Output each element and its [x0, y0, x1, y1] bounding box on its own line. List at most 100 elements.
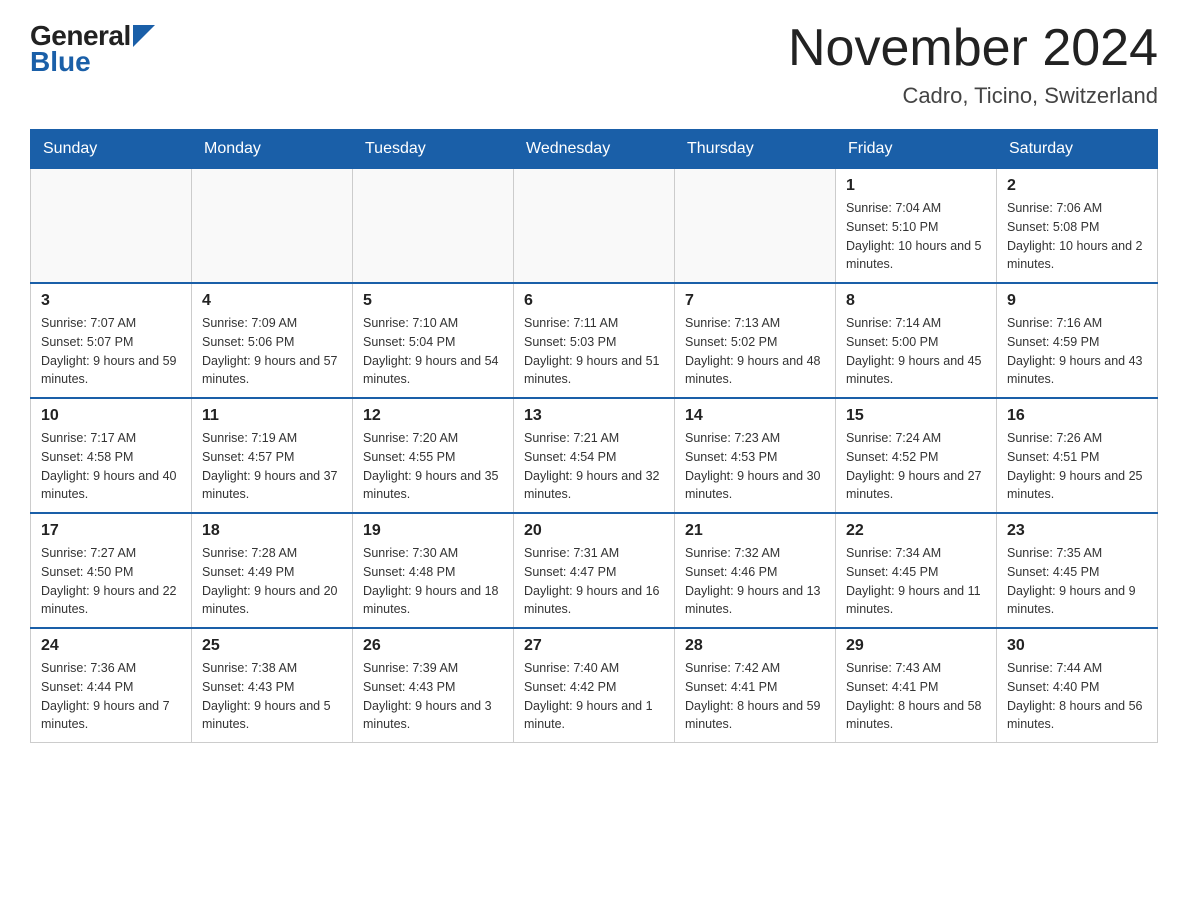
day-number: 19 [363, 522, 503, 540]
calendar-day-cell: 8 Sunrise: 7:14 AMSunset: 5:00 PMDaylight… [836, 283, 997, 398]
day-number: 30 [1007, 637, 1147, 655]
calendar-day-cell: 24 Sunrise: 7:36 AMSunset: 4:44 PMDayligh… [31, 628, 192, 743]
calendar-day-cell: 2 Sunrise: 7:06 AMSunset: 5:08 PMDaylight… [997, 169, 1158, 284]
day-number: 27 [524, 637, 664, 655]
calendar-day-cell: 1 Sunrise: 7:04 AMSunset: 5:10 PMDaylight… [836, 169, 997, 284]
day-sun-info: Sunrise: 7:13 AMSunset: 5:02 PMDaylight:… [685, 314, 825, 389]
calendar-day-cell: 7 Sunrise: 7:13 AMSunset: 5:02 PMDaylight… [675, 283, 836, 398]
day-sun-info: Sunrise: 7:21 AMSunset: 4:54 PMDaylight:… [524, 429, 664, 504]
day-sun-info: Sunrise: 7:30 AMSunset: 4:48 PMDaylight:… [363, 544, 503, 619]
day-number: 23 [1007, 522, 1147, 540]
day-sun-info: Sunrise: 7:14 AMSunset: 5:00 PMDaylight:… [846, 314, 986, 389]
calendar-day-cell: 13 Sunrise: 7:21 AMSunset: 4:54 PMDayligh… [514, 398, 675, 513]
calendar-day-cell: 12 Sunrise: 7:20 AMSunset: 4:55 PMDayligh… [353, 398, 514, 513]
calendar-day-cell: 14 Sunrise: 7:23 AMSunset: 4:53 PMDayligh… [675, 398, 836, 513]
calendar-day-cell: 5 Sunrise: 7:10 AMSunset: 5:04 PMDaylight… [353, 283, 514, 398]
day-sun-info: Sunrise: 7:38 AMSunset: 4:43 PMDaylight:… [202, 659, 342, 734]
day-number: 16 [1007, 407, 1147, 425]
day-number: 24 [41, 637, 181, 655]
calendar-week-row: 1 Sunrise: 7:04 AMSunset: 5:10 PMDaylight… [31, 169, 1158, 284]
title-block: November 2024 Cadro, Ticino, Switzerland [788, 20, 1158, 109]
calendar-day-cell: 26Sunrise: 7:39 AMSunset: 4:43 PMDayligh… [353, 628, 514, 743]
day-sun-info: Sunrise: 7:23 AMSunset: 4:53 PMDaylight:… [685, 429, 825, 504]
calendar-day-cell: 28 Sunrise: 7:42 AMSunset: 4:41 PMDayligh… [675, 628, 836, 743]
day-number: 5 [363, 292, 503, 310]
logo-blue-text: Blue [30, 46, 91, 78]
day-sun-info: Sunrise: 7:42 AMSunset: 4:41 PMDaylight:… [685, 659, 825, 734]
calendar-header-row: SundayMondayTuesdayWednesdayThursdayFrid… [31, 130, 1158, 169]
calendar-day-cell [514, 169, 675, 284]
calendar-week-row: 24 Sunrise: 7:36 AMSunset: 4:44 PMDayligh… [31, 628, 1158, 743]
day-of-week-header: Wednesday [514, 130, 675, 169]
calendar-day-cell: 10 Sunrise: 7:17 AMSunset: 4:58 PMDayligh… [31, 398, 192, 513]
calendar-day-cell: 3 Sunrise: 7:07 AMSunset: 5:07 PMDaylight… [31, 283, 192, 398]
day-number: 28 [685, 637, 825, 655]
day-number: 3 [41, 292, 181, 310]
calendar-day-cell: 11 Sunrise: 7:19 AMSunset: 4:57 PMDayligh… [192, 398, 353, 513]
calendar-day-cell [675, 169, 836, 284]
day-number: 14 [685, 407, 825, 425]
calendar-day-cell: 15 Sunrise: 7:24 AMSunset: 4:52 PMDayligh… [836, 398, 997, 513]
calendar-day-cell: 18 Sunrise: 7:28 AMSunset: 4:49 PMDayligh… [192, 513, 353, 628]
calendar-day-cell: 27 Sunrise: 7:40 AMSunset: 4:42 PMDayligh… [514, 628, 675, 743]
day-sun-info: Sunrise: 7:32 AMSunset: 4:46 PMDaylight:… [685, 544, 825, 619]
day-number: 18 [202, 522, 342, 540]
day-sun-info: Sunrise: 7:19 AMSunset: 4:57 PMDaylight:… [202, 429, 342, 504]
day-sun-info: Sunrise: 7:24 AMSunset: 4:52 PMDaylight:… [846, 429, 986, 504]
day-sun-info: Sunrise: 7:20 AMSunset: 4:55 PMDaylight:… [363, 429, 503, 504]
day-number: 12 [363, 407, 503, 425]
day-number: 1 [846, 177, 986, 195]
calendar-day-cell [192, 169, 353, 284]
day-number: 20 [524, 522, 664, 540]
day-of-week-header: Thursday [675, 130, 836, 169]
day-sun-info: Sunrise: 7:36 AMSunset: 4:44 PMDaylight:… [41, 659, 181, 734]
day-of-week-header: Sunday [31, 130, 192, 169]
day-number: 4 [202, 292, 342, 310]
day-sun-info: Sunrise: 7:28 AMSunset: 4:49 PMDaylight:… [202, 544, 342, 619]
logo-arrow-icon [133, 25, 155, 47]
day-sun-info: Sunrise: 7:40 AMSunset: 4:42 PMDaylight:… [524, 659, 664, 734]
day-of-week-header: Monday [192, 130, 353, 169]
month-year-title: November 2024 [788, 20, 1158, 77]
day-of-week-header: Saturday [997, 130, 1158, 169]
logo: General Blue [30, 20, 155, 78]
calendar-day-cell: 9Sunrise: 7:16 AMSunset: 4:59 PMDaylight… [997, 283, 1158, 398]
day-number: 15 [846, 407, 986, 425]
day-number: 29 [846, 637, 986, 655]
day-sun-info: Sunrise: 7:07 AMSunset: 5:07 PMDaylight:… [41, 314, 181, 389]
day-sun-info: Sunrise: 7:27 AMSunset: 4:50 PMDaylight:… [41, 544, 181, 619]
location-subtitle: Cadro, Ticino, Switzerland [788, 83, 1158, 109]
calendar-day-cell: 23 Sunrise: 7:35 AMSunset: 4:45 PMDayligh… [997, 513, 1158, 628]
calendar-day-cell: 17 Sunrise: 7:27 AMSunset: 4:50 PMDayligh… [31, 513, 192, 628]
day-number: 17 [41, 522, 181, 540]
calendar-day-cell: 25 Sunrise: 7:38 AMSunset: 4:43 PMDayligh… [192, 628, 353, 743]
day-sun-info: Sunrise: 7:39 AMSunset: 4:43 PMDaylight:… [363, 659, 503, 734]
day-sun-info: Sunrise: 7:16 AMSunset: 4:59 PMDaylight:… [1007, 314, 1147, 389]
calendar-day-cell: 6Sunrise: 7:11 AMSunset: 5:03 PMDaylight… [514, 283, 675, 398]
day-sun-info: Sunrise: 7:09 AMSunset: 5:06 PMDaylight:… [202, 314, 342, 389]
day-sun-info: Sunrise: 7:10 AMSunset: 5:04 PMDaylight:… [363, 314, 503, 389]
calendar-day-cell [353, 169, 514, 284]
day-number: 13 [524, 407, 664, 425]
day-number: 22 [846, 522, 986, 540]
day-sun-info: Sunrise: 7:04 AMSunset: 5:10 PMDaylight:… [846, 199, 986, 274]
day-sun-info: Sunrise: 7:31 AMSunset: 4:47 PMDaylight:… [524, 544, 664, 619]
day-number: 8 [846, 292, 986, 310]
calendar-day-cell: 30Sunrise: 7:44 AMSunset: 4:40 PMDayligh… [997, 628, 1158, 743]
day-sun-info: Sunrise: 7:26 AMSunset: 4:51 PMDaylight:… [1007, 429, 1147, 504]
calendar-day-cell: 19 Sunrise: 7:30 AMSunset: 4:48 PMDayligh… [353, 513, 514, 628]
calendar-day-cell: 16 Sunrise: 7:26 AMSunset: 4:51 PMDayligh… [997, 398, 1158, 513]
day-number: 2 [1007, 177, 1147, 195]
day-sun-info: Sunrise: 7:34 AMSunset: 4:45 PMDaylight:… [846, 544, 986, 619]
day-number: 11 [202, 407, 342, 425]
calendar-day-cell [31, 169, 192, 284]
calendar-week-row: 10 Sunrise: 7:17 AMSunset: 4:58 PMDayligh… [31, 398, 1158, 513]
day-number: 10 [41, 407, 181, 425]
day-number: 7 [685, 292, 825, 310]
calendar-day-cell: 29Sunrise: 7:43 AMSunset: 4:41 PMDayligh… [836, 628, 997, 743]
day-sun-info: Sunrise: 7:35 AMSunset: 4:45 PMDaylight:… [1007, 544, 1147, 619]
day-sun-info: Sunrise: 7:06 AMSunset: 5:08 PMDaylight:… [1007, 199, 1147, 274]
day-sun-info: Sunrise: 7:17 AMSunset: 4:58 PMDaylight:… [41, 429, 181, 504]
day-number: 25 [202, 637, 342, 655]
day-number: 21 [685, 522, 825, 540]
